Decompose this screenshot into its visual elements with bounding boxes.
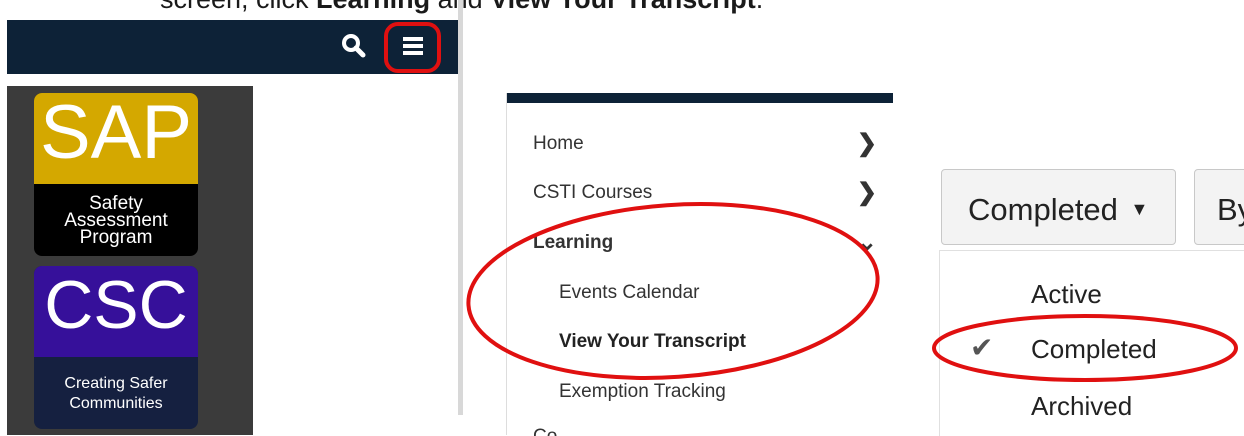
status-filter-label: Completed (968, 192, 1118, 227)
sort-by-label: By (1217, 192, 1244, 227)
menu-item-exemption-tracking[interactable]: Exemption Tracking (559, 381, 726, 403)
sap-line3: Program (79, 227, 153, 248)
search-icon (342, 34, 366, 58)
highlight-ring (384, 22, 441, 73)
menu-item-home[interactable]: Home (533, 133, 584, 155)
app-tiles-column: SAP Safety Assessment Program CSC Creati… (7, 86, 253, 435)
status-filter-dropdown[interactable]: Completed ▼ (941, 169, 1176, 245)
top-navbar (7, 20, 458, 74)
hamburger-menu-button[interactable] (384, 22, 441, 73)
csc-line1: Creating Safer (64, 375, 168, 392)
instruction-pre: screen, click (160, 0, 316, 14)
completed-highlight-ellipse (932, 314, 1238, 382)
sort-by-button[interactable]: By (1194, 169, 1244, 245)
csc-abbr: CSC (44, 267, 188, 343)
caret-down-icon: ▼ (1130, 199, 1149, 219)
option-active[interactable]: Active (1031, 279, 1102, 310)
csc-tile[interactable]: CSC Creating Safer Communities (34, 266, 198, 429)
option-archived[interactable]: Archived (1031, 391, 1132, 422)
instruction-post: . (756, 0, 764, 14)
sap-abbr: SAP (39, 93, 193, 175)
csc-line2: Communities (69, 395, 163, 412)
search-button[interactable] (337, 29, 371, 63)
instruction-learning: Learning (316, 0, 430, 14)
instruction-transcript: View Your Transcript (490, 0, 756, 14)
sap-tile[interactable]: SAP Safety Assessment Program (34, 93, 198, 256)
menu-header-bar (507, 93, 893, 103)
chevron-right-icon[interactable]: ❯ (857, 129, 877, 158)
learning-highlight-ellipse (466, 202, 880, 380)
